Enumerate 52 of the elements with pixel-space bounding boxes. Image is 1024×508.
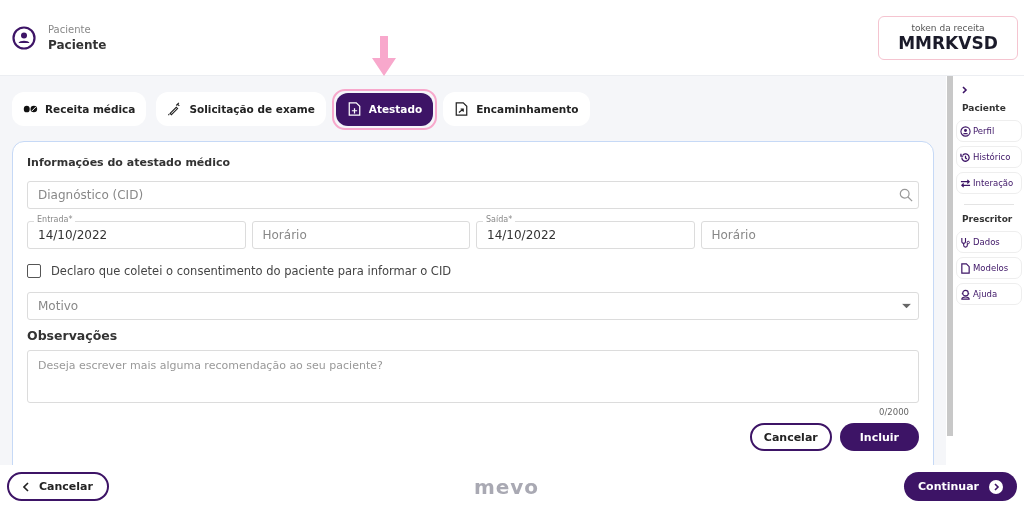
- include-button[interactable]: Incluir: [839, 423, 919, 451]
- field-label: Saída*: [483, 215, 516, 225]
- tab[interactable]: Receita médica: [12, 92, 147, 126]
- token-label: token da receita: [911, 22, 985, 33]
- stethoscope-icon: [960, 236, 971, 248]
- document-icon: [960, 262, 971, 274]
- reason-dropdown[interactable]: Motivo: [27, 292, 919, 320]
- field-label: Entrada*: [34, 215, 76, 225]
- document-arrow-icon: [454, 102, 470, 116]
- caret-icon: [902, 303, 911, 309]
- checkbox[interactable]: [27, 264, 41, 278]
- chevron-right-icon[interactable]: [962, 86, 968, 94]
- consent-label: Declaro que coletei o consentimento do paciente para informar o CID: [51, 264, 452, 278]
- syringe-icon: [167, 102, 183, 116]
- patient-label: Paciente: [48, 23, 92, 35]
- sidebar-item[interactable]: Perfil: [956, 120, 1022, 142]
- date-field[interactable]: 14/10/2022: [27, 221, 246, 249]
- cancel-button[interactable]: Cancelar: [7, 472, 109, 501]
- sidebar-section-title: Prescritor: [962, 214, 1014, 224]
- cancel-button[interactable]: Cancelar: [749, 423, 832, 451]
- diagnosis-field[interactable]: Diagnóstico (CID): [27, 181, 919, 209]
- patient-name: Paciente: [48, 37, 107, 52]
- token-code: MMRKVSD: [898, 32, 998, 53]
- time-field[interactable]: Horário: [251, 221, 470, 249]
- scrollbar[interactable]: [947, 76, 953, 436]
- swap-icon: [960, 177, 971, 189]
- arrow-circle-icon: [989, 479, 1003, 494]
- arrow-down-icon: [371, 35, 396, 76]
- notes-title: Observações: [27, 328, 119, 343]
- time-field[interactable]: Horário: [700, 221, 919, 249]
- user-icon: [960, 125, 971, 137]
- search-icon: [899, 188, 913, 202]
- date-field[interactable]: 14/10/2022: [476, 221, 695, 249]
- support-icon: [960, 288, 971, 300]
- character-counter: 0/2000: [879, 407, 909, 417]
- sidebar-item[interactable]: Modelos: [956, 257, 1022, 279]
- notes-field[interactable]: Deseja escrever mais alguma recomendação ao seu paciente?: [27, 350, 919, 403]
- sidebar-section-title: Paciente: [962, 103, 1007, 113]
- sidebar-item[interactable]: Dados: [956, 231, 1022, 253]
- tab[interactable]: Encaminhamento: [443, 92, 590, 126]
- document-plus-icon: [346, 102, 362, 116]
- sidebar-item[interactable]: Histórico: [956, 146, 1022, 168]
- sidebar-item[interactable]: Interação: [956, 172, 1022, 194]
- history-icon: [960, 151, 971, 163]
- sidebar-item[interactable]: Ajuda: [956, 283, 1022, 305]
- logo: mevo: [473, 474, 540, 499]
- continue-button[interactable]: Continuar: [904, 472, 1017, 501]
- tab[interactable]: Solicitação de exame: [156, 92, 326, 126]
- tab[interactable]: Atestado: [335, 92, 434, 126]
- user-icon: [12, 25, 36, 50]
- chevron-left-icon: [23, 481, 29, 492]
- form-title: Informações do atestado médico: [27, 156, 232, 169]
